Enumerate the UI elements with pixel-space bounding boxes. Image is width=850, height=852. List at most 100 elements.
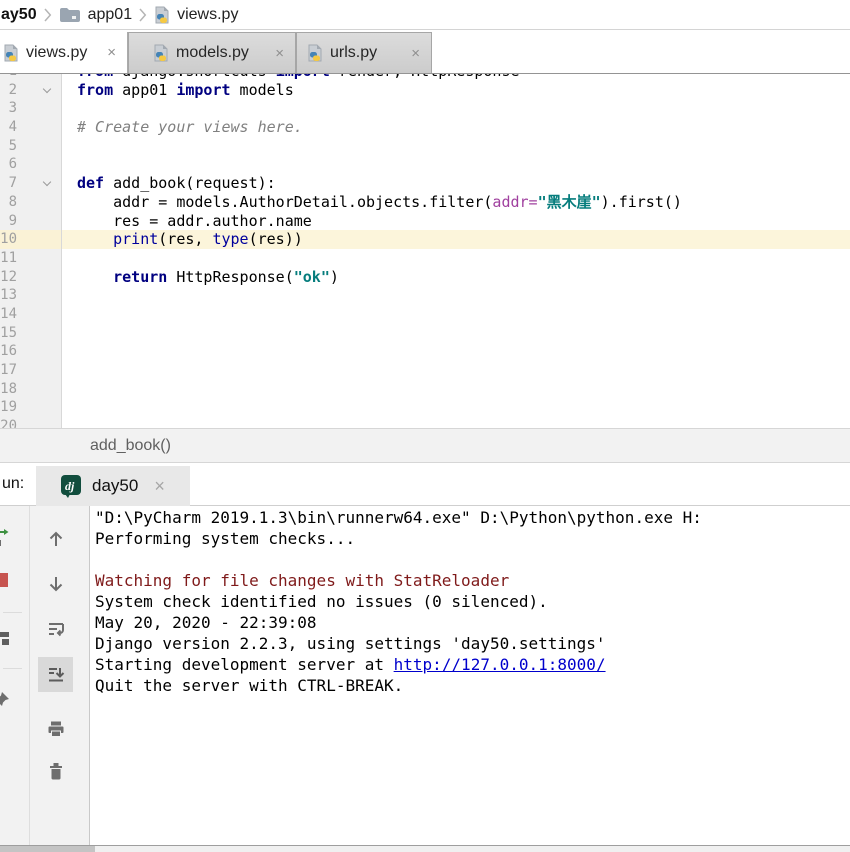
- code-text: [62, 361, 850, 380]
- line-number: 20: [0, 417, 17, 428]
- rerun-icon[interactable]: [0, 528, 11, 548]
- code-line: 12 return HttpResponse("ok"): [0, 268, 850, 287]
- run-tab-day50[interactable]: dj day50 ×: [36, 466, 190, 506]
- run-tab-label: day50: [92, 476, 138, 496]
- close-icon[interactable]: ×: [411, 45, 420, 62]
- code-line: 17: [0, 361, 850, 380]
- console-text: Django version 2.2.3, using settings 'da…: [95, 634, 606, 653]
- code-line: 15: [0, 324, 850, 343]
- line-number: 8: [0, 193, 17, 212]
- line-number: 13: [0, 286, 17, 305]
- scrollbar-thumb[interactable]: [0, 846, 95, 852]
- code-line: 9 res = addr.author.name: [0, 212, 850, 231]
- gutter: 12: [0, 268, 62, 287]
- line-number: 17: [0, 361, 17, 380]
- soft-wrap-icon[interactable]: [38, 611, 73, 646]
- console-link[interactable]: http://127.0.0.1:8000/: [394, 655, 606, 674]
- code-text: [62, 305, 850, 324]
- gutter: 4: [0, 118, 62, 137]
- console-text: Watching for file changes with StatReloa…: [95, 571, 509, 590]
- line-number: 10: [0, 230, 17, 249]
- gutter: 5: [0, 137, 62, 156]
- gutter: 10: [0, 230, 62, 249]
- console-output[interactable]: "D:\PyCharm 2019.1.3\bin\runnerw64.exe" …: [90, 506, 850, 845]
- breadcrumb-function[interactable]: add_book(): [90, 437, 171, 455]
- code-text: [62, 380, 850, 399]
- code-text: addr = models.AuthorDetail.objects.filte…: [62, 193, 850, 212]
- code-text: print(res, type(res)): [62, 230, 850, 249]
- code-editor[interactable]: 1from django.shortcuts import render, Ht…: [0, 74, 850, 428]
- toolbar-separator: [3, 668, 22, 669]
- code-line: 19: [0, 398, 850, 417]
- fold-icon[interactable]: [43, 84, 51, 92]
- tab-label: urls.py: [330, 44, 377, 62]
- pin-icon[interactable]: [0, 690, 11, 710]
- up-arrow-icon[interactable]: [38, 521, 73, 556]
- gutter: 7: [0, 174, 62, 193]
- python-file-icon: [307, 44, 323, 62]
- horizontal-scrollbar[interactable]: [0, 845, 850, 852]
- code-text: [62, 324, 850, 343]
- tab-label: views.py: [26, 44, 87, 62]
- gutter: 11: [0, 249, 62, 268]
- code-line: 11: [0, 249, 850, 268]
- code-line: 8 addr = models.AuthorDetail.objects.fil…: [0, 193, 850, 212]
- tab-label: models.py: [176, 44, 249, 62]
- line-number: 12: [0, 268, 17, 287]
- run-label: un:: [0, 475, 36, 493]
- gutter: 9: [0, 212, 62, 231]
- gutter: 13: [0, 286, 62, 305]
- breadcrumb-package[interactable]: app01: [88, 6, 133, 24]
- console-text: System check identified no issues (0 sil…: [95, 592, 548, 611]
- console-line: "D:\PyCharm 2019.1.3\bin\runnerw64.exe" …: [95, 507, 850, 528]
- breadcrumb-project[interactable]: ay50: [1, 6, 37, 24]
- tab-models-py[interactable]: models.py ×: [128, 32, 296, 73]
- line-number: 18: [0, 380, 17, 399]
- close-icon[interactable]: ×: [275, 45, 284, 62]
- tab-views-py[interactable]: views.py ×: [0, 32, 128, 73]
- console-line: Django version 2.2.3, using settings 'da…: [95, 633, 850, 654]
- gutter: 18: [0, 380, 62, 399]
- close-icon[interactable]: ×: [154, 476, 165, 497]
- chevron-right-icon: [44, 8, 52, 22]
- run-toolbar-left: [0, 506, 30, 845]
- stop-icon[interactable]: [0, 570, 11, 590]
- close-icon[interactable]: ×: [107, 44, 116, 61]
- gutter: 17: [0, 361, 62, 380]
- folder-icon: [59, 7, 81, 23]
- run-console: "D:\PyCharm 2019.1.3\bin\runnerw64.exe" …: [0, 506, 850, 845]
- console-text: May 20, 2020 - 22:39:08: [95, 613, 317, 632]
- line-number: 3: [0, 99, 17, 118]
- restore-layout-icon[interactable]: [0, 628, 11, 648]
- editor-tab-bar: views.py × models.py × urls.py ×: [0, 30, 850, 74]
- gutter: 3: [0, 99, 62, 118]
- console-line: [95, 549, 850, 570]
- line-number: 16: [0, 342, 17, 361]
- gutter: 20: [0, 417, 62, 428]
- code-text: [62, 398, 850, 417]
- down-arrow-icon[interactable]: [38, 566, 73, 601]
- code-line: 14: [0, 305, 850, 324]
- python-file-icon: [153, 44, 169, 62]
- tab-urls-py[interactable]: urls.py ×: [296, 32, 432, 73]
- console-line: Quit the server with CTRL-BREAK.: [95, 675, 850, 696]
- console-line: Watching for file changes with StatReloa…: [95, 570, 850, 591]
- line-number: 2: [0, 81, 17, 100]
- code-text: [62, 417, 850, 428]
- clear-icon[interactable]: [38, 753, 73, 788]
- editor-breadcrumbs-bar: add_book(): [0, 428, 850, 463]
- code-line: 18: [0, 380, 850, 399]
- run-tool-window-header: un: dj day50 ×: [0, 463, 850, 506]
- code-line: 10 print(res, type(res)): [0, 230, 850, 249]
- breadcrumb-file[interactable]: views.py: [177, 6, 238, 24]
- fold-icon[interactable]: [43, 178, 51, 186]
- scroll-to-end-icon[interactable]: [38, 657, 73, 692]
- line-number: 4: [0, 118, 17, 137]
- print-icon[interactable]: [38, 711, 73, 746]
- console-toolbar: [30, 506, 90, 845]
- console-line: Performing system checks...: [95, 528, 850, 549]
- line-number: 6: [0, 155, 17, 174]
- code-line: 2from app01 import models: [0, 81, 850, 100]
- chevron-right-icon: [139, 8, 147, 22]
- code-text: [62, 155, 850, 174]
